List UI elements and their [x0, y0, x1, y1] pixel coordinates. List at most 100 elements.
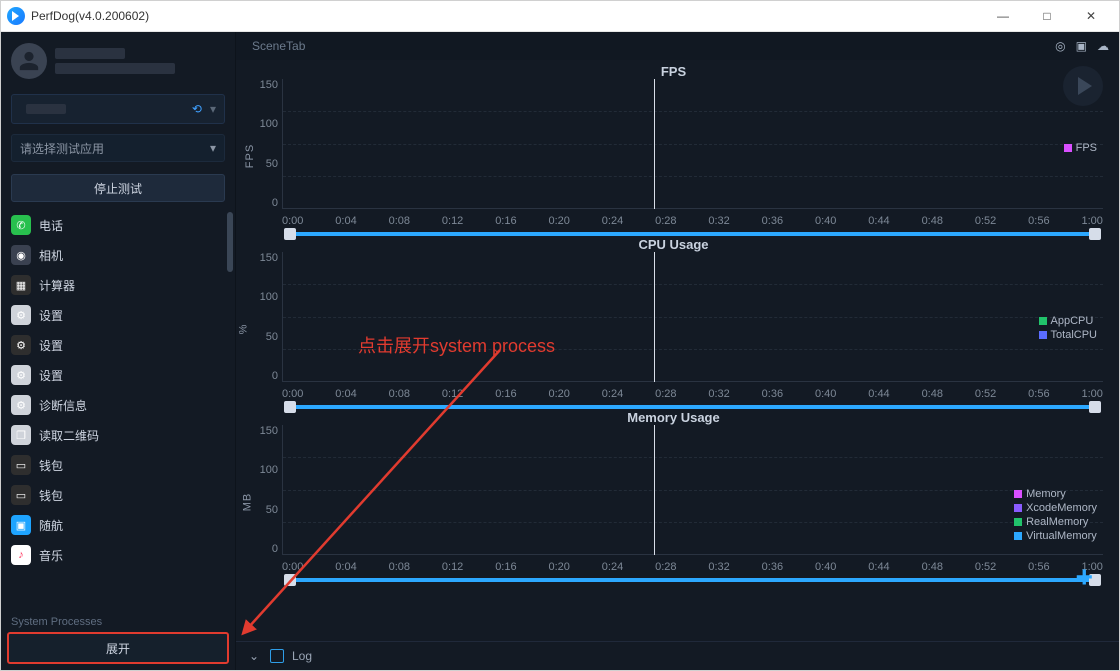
app-select-placeholder: 请选择测试应用	[20, 140, 104, 157]
app-icon: ✆	[11, 215, 31, 235]
y-tick: 150	[248, 425, 278, 437]
location-icon[interactable]: ◎	[1055, 39, 1065, 53]
x-tick: 0:08	[389, 215, 410, 227]
time-cursor[interactable]	[654, 79, 655, 209]
attach-icon[interactable]: ⟲	[192, 102, 202, 116]
folder-icon[interactable]: ▣	[1076, 39, 1087, 53]
list-item[interactable]: ▣随航	[11, 510, 235, 540]
x-tick: 0:12	[442, 388, 463, 400]
list-item-label: 钱包	[39, 487, 63, 504]
x-tick: 0:28	[655, 561, 676, 573]
titlebar: PerfDog(v4.0.200602) ― □ ✕	[1, 1, 1119, 32]
y-tick: 100	[248, 118, 278, 130]
x-tick: 0:48	[922, 561, 943, 573]
x-tick: 0:00	[282, 215, 303, 227]
minimize-button[interactable]: ―	[981, 2, 1025, 30]
x-tick: 0:56	[1028, 388, 1049, 400]
cloud-icon[interactable]: ☁	[1097, 39, 1109, 53]
close-button[interactable]: ✕	[1069, 2, 1113, 30]
legend-label: RealMemory	[1026, 515, 1088, 529]
x-tick: 0:36	[762, 388, 783, 400]
legend-swatch	[1039, 317, 1047, 325]
y-tick: 150	[248, 79, 278, 91]
device-name-redacted	[26, 104, 66, 114]
chart-title: Memory Usage	[242, 410, 1105, 425]
expand-button[interactable]: 展开	[7, 632, 229, 664]
legend-label: Memory	[1026, 487, 1066, 501]
list-item[interactable]: ⚙诊断信息	[11, 390, 235, 420]
list-item[interactable]: ⚙设置	[11, 300, 235, 330]
list-item[interactable]: ⚙设置	[11, 360, 235, 390]
user-row	[1, 32, 235, 90]
list-item[interactable]: ▦计算器	[11, 270, 235, 300]
x-tick: 0:40	[815, 215, 836, 227]
chart-fps: FPSFPS1501005000:000:040:080:120:160:200…	[242, 64, 1105, 233]
x-tick: 0:12	[442, 561, 463, 573]
x-tick: 0:20	[548, 388, 569, 400]
avatar[interactable]	[11, 43, 47, 79]
list-item[interactable]: ⚙设置	[11, 330, 235, 360]
list-item[interactable]: ❐读取二维码	[11, 420, 235, 450]
x-tick: 0:00	[282, 561, 303, 573]
chart-legend: FPS	[1064, 141, 1097, 155]
list-item[interactable]: ▭ 钱包	[11, 480, 235, 510]
x-tick: 1:00	[1081, 388, 1102, 400]
x-tick: 0:08	[389, 561, 410, 573]
x-tick: 0:40	[815, 561, 836, 573]
slider-handle-left[interactable]	[284, 574, 296, 586]
list-item[interactable]: ▭钱包	[11, 450, 235, 480]
x-tick: 0:12	[442, 215, 463, 227]
x-tick: 0:44	[868, 388, 889, 400]
scrollbar-thumb[interactable]	[227, 212, 233, 272]
x-tick: 0:00	[282, 388, 303, 400]
time-cursor[interactable]	[654, 252, 655, 382]
log-label: Log	[292, 649, 312, 663]
x-tick: 0:20	[548, 561, 569, 573]
app-icon: ▭	[11, 485, 31, 505]
list-item-label: 随航	[39, 517, 63, 534]
chevron-down-icon: ▾	[210, 102, 216, 116]
list-item-label: 钱包	[39, 457, 63, 474]
chevron-down-icon[interactable]: ⌄	[246, 648, 262, 664]
list-item[interactable]: ♪音乐	[11, 540, 235, 570]
chart-memory-usage: Memory UsageMB1501005000:000:040:080:120…	[242, 410, 1105, 579]
legend-swatch	[1064, 144, 1072, 152]
log-checkbox[interactable]	[270, 649, 284, 663]
expand-label: 展开	[106, 640, 130, 657]
list-item[interactable]: ✆ 电话	[11, 210, 235, 240]
scene-tab[interactable]: SceneTab	[246, 39, 311, 53]
x-tick: 0:52	[975, 561, 996, 573]
x-tick: 0:28	[655, 388, 676, 400]
list-item-label: 电话	[39, 217, 63, 234]
legend-swatch	[1014, 532, 1022, 540]
chart-legend: AppCPUTotalCPU	[1039, 314, 1097, 342]
x-tick: 0:40	[815, 388, 836, 400]
list-item-label: 设置	[39, 337, 63, 354]
user-name-redacted	[55, 48, 125, 59]
list-item[interactable]: ◉相机	[11, 240, 235, 270]
user-sub-redacted	[55, 63, 175, 74]
y-tick: 50	[248, 331, 278, 343]
add-chart-button[interactable]: +	[1075, 561, 1093, 595]
app-select[interactable]: 请选择测试应用 ▾	[11, 134, 225, 162]
device-select[interactable]: ⟲ ▾	[11, 94, 225, 124]
x-tick: 0:04	[335, 215, 356, 227]
time-range-slider[interactable]	[282, 575, 1103, 585]
app-icon: ▦	[11, 275, 31, 295]
x-tick: 0:56	[1028, 561, 1049, 573]
x-tick: 0:16	[495, 388, 516, 400]
time-cursor[interactable]	[654, 425, 655, 555]
chart-cpu-usage: CPU Usage%1501005000:000:040:080:120:160…	[242, 237, 1105, 406]
app-icon: ◉	[11, 245, 31, 265]
x-tick: 1:00	[1081, 215, 1102, 227]
x-tick: 0:52	[975, 215, 996, 227]
app-list: ✆电话◉相机▦计算器⚙设置⚙设置⚙设置⚙诊断信息❐读取二维码▭钱包▭钱包▣随航♪…	[11, 210, 235, 570]
x-tick: 0:04	[335, 561, 356, 573]
x-tick: 0:52	[975, 388, 996, 400]
x-tick: 0:36	[762, 561, 783, 573]
stop-test-button[interactable]: 停止测试	[11, 174, 225, 202]
legend-label: VirtualMemory	[1026, 529, 1097, 543]
maximize-button[interactable]: □	[1025, 2, 1069, 30]
sidebar-scrollbar[interactable]	[227, 208, 233, 670]
legend-label: FPS	[1076, 141, 1097, 155]
